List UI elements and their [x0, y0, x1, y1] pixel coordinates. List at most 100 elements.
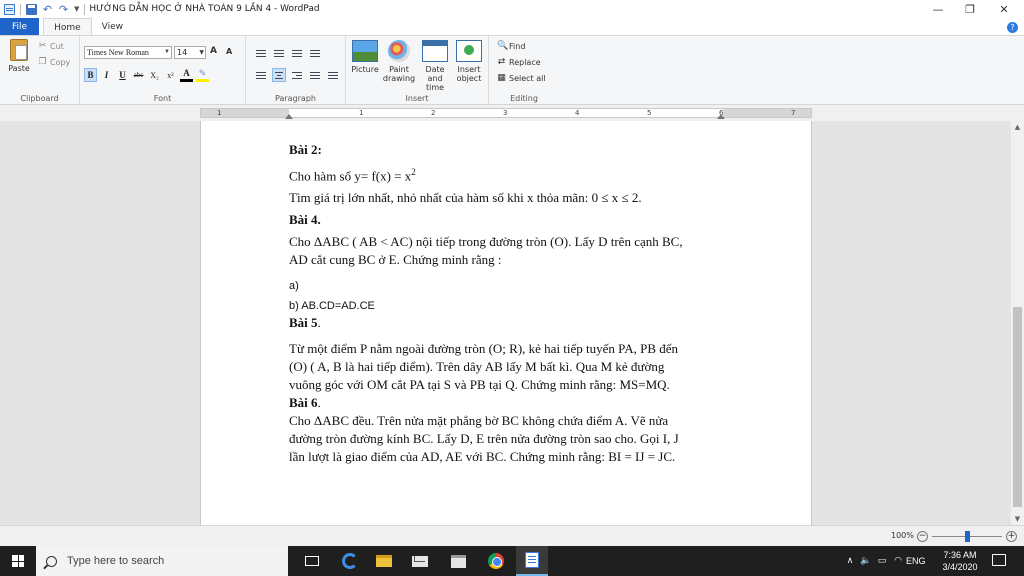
- left-indent-marker[interactable]: [285, 114, 293, 119]
- date-time-button[interactable]: Date and time: [418, 40, 452, 92]
- folder-icon: [376, 555, 392, 567]
- task-view-icon: [305, 556, 319, 566]
- copy-label: Copy: [50, 58, 71, 67]
- italic-button[interactable]: I: [100, 68, 113, 82]
- chevron-up-icon[interactable]: ∧: [842, 556, 858, 566]
- paint-drawing-button[interactable]: Paint drawing: [382, 40, 416, 83]
- save-icon[interactable]: [26, 3, 37, 15]
- superscript-button[interactable]: x²: [164, 68, 177, 82]
- calendar-icon: [422, 40, 448, 62]
- replace-label: Replace: [509, 58, 541, 67]
- chrome-icon: [488, 553, 504, 569]
- edge-icon: [342, 553, 358, 569]
- bai5-line-1: Từ một điểm P nằm ngoài đường tròn (O; R…: [289, 341, 679, 357]
- document-content[interactable]: Bài 2: Cho hàm số y= f(x) = x2 Tìm giá t…: [289, 141, 729, 466]
- store-button[interactable]: [442, 546, 474, 576]
- ruler-number: 1: [359, 109, 364, 117]
- copy-icon: ❐: [38, 57, 47, 67]
- chrome-button[interactable]: [480, 546, 512, 576]
- taskbar-search-box[interactable]: Type here to search: [36, 546, 288, 576]
- scroll-down-icon[interactable]: ▼: [1011, 513, 1024, 525]
- start-button[interactable]: [0, 546, 36, 576]
- wordpad-taskbar-button[interactable]: [516, 546, 548, 576]
- shrink-font-button[interactable]: A: [226, 47, 232, 56]
- vertical-scrollbar[interactable]: ▲ ▼: [1011, 121, 1024, 525]
- picture-button[interactable]: Picture: [348, 40, 382, 74]
- mail-icon: [412, 555, 428, 567]
- increase-indent-button[interactable]: [272, 46, 286, 60]
- bai6-heading: Bài 6.: [289, 394, 729, 412]
- align-right-button[interactable]: [290, 68, 304, 82]
- zoom-slider-thumb[interactable]: [965, 531, 970, 542]
- task-view-button[interactable]: [296, 546, 328, 576]
- minimize-button[interactable]: —: [922, 0, 954, 18]
- battery-icon[interactable]: ▭: [874, 556, 890, 566]
- line-spacing-button[interactable]: [308, 46, 322, 60]
- decrease-indent-button[interactable]: [254, 46, 268, 60]
- bai5-line-3: vuông góc với OM cắt PA tại S và PB tại …: [289, 377, 670, 393]
- replace-button[interactable]: ⇄ Replace: [497, 58, 541, 68]
- mail-button[interactable]: [404, 546, 436, 576]
- scroll-thumb[interactable]: [1013, 307, 1022, 507]
- highlight-button[interactable]: ✎: [196, 68, 209, 82]
- clock-date: 3/4/2020: [942, 562, 978, 572]
- insert-object-button[interactable]: Insert object: [452, 40, 486, 83]
- system-tray: ∧ 🔈 ▭ ◠ ENG: [842, 546, 926, 576]
- bai5-heading: Bài 5.: [289, 314, 729, 332]
- maximize-button[interactable]: ❐: [954, 0, 986, 18]
- tab-file[interactable]: File: [0, 18, 40, 36]
- picture-icon: [352, 40, 378, 62]
- ruler-number: 5: [647, 109, 652, 117]
- paragraph-settings-button[interactable]: [326, 68, 340, 82]
- select-all-button[interactable]: ▦ Select all: [497, 74, 545, 84]
- subscript-button[interactable]: X₂: [148, 68, 161, 82]
- cut-label: Cut: [50, 42, 64, 51]
- strikethrough-button[interactable]: abc: [132, 68, 145, 82]
- align-center-button[interactable]: [272, 68, 286, 82]
- grow-font-button[interactable]: A: [210, 46, 217, 56]
- tab-home[interactable]: Home: [43, 18, 92, 36]
- file-explorer-button[interactable]: [368, 546, 400, 576]
- bai2-line-1: Cho hàm số y= f(x) = x2: [289, 163, 729, 185]
- right-indent-marker[interactable]: [717, 114, 725, 119]
- justify-button[interactable]: [308, 68, 322, 82]
- font-family-select[interactable]: Times New Roman ▼: [84, 46, 172, 59]
- align-left-button[interactable]: [254, 68, 268, 82]
- ruler[interactable]: 1 1 2 3 4 5 6 7: [200, 108, 812, 119]
- bai4-part-a: a): [289, 280, 299, 293]
- zoom-in-button[interactable]: +: [1006, 531, 1017, 542]
- help-icon[interactable]: ?: [1007, 22, 1018, 33]
- wordpad-app-icon[interactable]: [4, 3, 15, 15]
- bold-button[interactable]: B: [84, 68, 97, 82]
- customize-qat-icon[interactable]: ▼: [74, 5, 79, 13]
- bai6-line-1: Cho ΔABC đều. Trên nửa mặt phẳng bờ BC k…: [289, 413, 669, 429]
- find-button[interactable]: 🔍 Find: [497, 42, 525, 52]
- wifi-icon[interactable]: ◠: [890, 556, 906, 566]
- clipboard-group: Paste ✂ Cut ❐ Copy Clipboard: [0, 36, 80, 105]
- tab-view[interactable]: View: [92, 18, 133, 36]
- volume-icon[interactable]: 🔈: [858, 556, 874, 566]
- underline-button[interactable]: U: [116, 68, 129, 82]
- ruler-number: 3: [503, 109, 508, 117]
- edge-button[interactable]: [334, 546, 366, 576]
- scroll-up-icon[interactable]: ▲: [1011, 121, 1024, 133]
- undo-icon[interactable]: ↶: [42, 4, 53, 15]
- document-page[interactable]: Bài 2: Cho hàm số y= f(x) = x2 Tìm giá t…: [200, 121, 812, 525]
- document-area[interactable]: Bài 2: Cho hàm số y= f(x) = x2 Tìm giá t…: [0, 121, 1011, 525]
- clock[interactable]: 7:36 AM 3/4/2020: [938, 549, 982, 573]
- cut-button[interactable]: ✂ Cut: [38, 42, 64, 52]
- font-color-button[interactable]: A: [180, 68, 193, 82]
- notification-icon[interactable]: [992, 554, 1006, 566]
- copy-button[interactable]: ❐ Copy: [38, 57, 71, 68]
- close-button[interactable]: ✕: [988, 0, 1020, 18]
- language-indicator[interactable]: ENG: [906, 556, 926, 566]
- zoom-out-button[interactable]: −: [917, 531, 928, 542]
- ruler-right-margin: [723, 109, 811, 117]
- clock-time: 7:36 AM: [943, 550, 977, 560]
- paste-button[interactable]: Paste: [6, 39, 32, 73]
- font-size-select[interactable]: 14 ▼: [174, 46, 206, 59]
- bai4-line-1: Cho ΔABC ( AB < AC) nội tiếp trong đường…: [289, 234, 683, 250]
- redo-icon[interactable]: ↷: [58, 4, 69, 15]
- taskbar: Type here to search ∧ 🔈 ▭ ◠ ENG 7:36 AM …: [0, 546, 1024, 576]
- bullets-button[interactable]: [290, 46, 304, 60]
